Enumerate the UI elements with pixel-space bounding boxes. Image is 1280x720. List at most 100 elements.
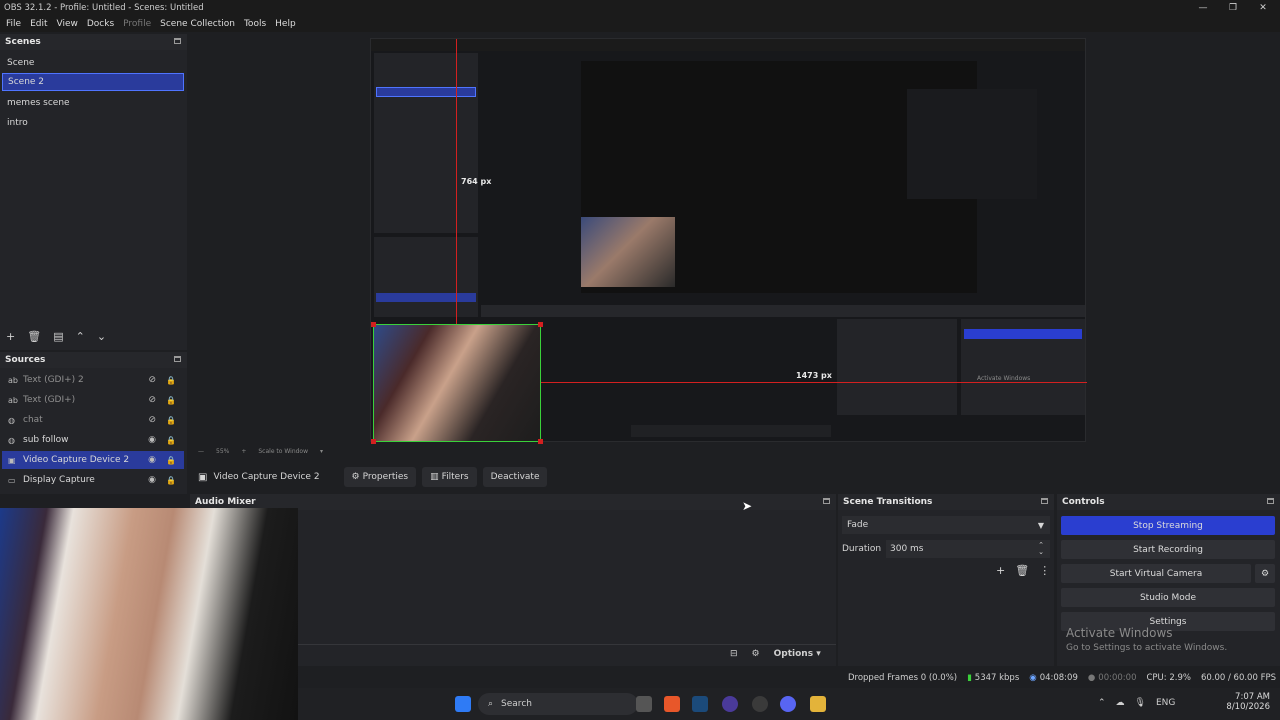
filters-button[interactable]: ▥ Filters — [422, 467, 477, 487]
source-item[interactable]: ▭ Display Capture ◉ 🔒 — [2, 471, 184, 489]
taskbar-search[interactable]: ⌕ Search — [478, 693, 638, 715]
language-indicator[interactable]: ENG — [1156, 698, 1175, 708]
menu-help[interactable]: Help — [275, 19, 296, 29]
chevron-up-icon[interactable]: ⌃ — [1098, 698, 1106, 708]
source-item[interactable]: ◍ sub follow ◉ 🔒 — [2, 431, 184, 449]
start-icon[interactable] — [455, 696, 471, 712]
brave-icon[interactable] — [664, 696, 680, 712]
settings-label: Settings — [1149, 616, 1187, 627]
more-icon[interactable]: ⋮ — [1039, 564, 1050, 577]
source-label: Display Capture — [23, 475, 95, 485]
menu-view[interactable]: View — [57, 19, 78, 29]
lock-icon[interactable]: 🔒 — [166, 436, 176, 445]
lock-icon[interactable]: 🔒 — [166, 416, 176, 425]
resize-handle[interactable] — [371, 439, 376, 444]
menu-profile[interactable]: Profile — [123, 19, 151, 29]
eye-hidden-icon[interactable]: ⊘ — [148, 395, 156, 405]
chevron-down-icon[interactable]: ▾ — [320, 448, 323, 455]
scene-item[interactable]: intro — [2, 114, 184, 132]
add-icon[interactable]: + — [996, 564, 1005, 577]
mixer-footer: ⊟ ⚙ Options ▾ — [730, 649, 821, 659]
undock-icon[interactable] — [1041, 498, 1048, 504]
source-item-selected[interactable]: ▣ Video Capture Device 2 ◉ 🔒 — [2, 451, 184, 469]
advanced-audio-icon[interactable]: ⚙ — [752, 649, 760, 659]
undock-icon[interactable] — [823, 498, 830, 504]
filter-icon[interactable]: ▤ — [53, 330, 63, 343]
mic-icon[interactable]: 🎙 — [1135, 698, 1146, 708]
cloud-icon[interactable]: ☁ — [1116, 698, 1125, 708]
task-view-icon[interactable] — [636, 696, 652, 712]
eye-icon[interactable]: ◉ — [148, 435, 156, 445]
eye-icon[interactable]: ◉ — [148, 455, 156, 465]
source-item[interactable]: ◍ chat ⊘ 🔒 — [2, 411, 184, 429]
clock[interactable]: 7:07 AM 8/10/2026 — [1218, 692, 1270, 712]
lock-icon[interactable]: 🔒 — [166, 396, 176, 405]
minimize-button[interactable]: — — [1188, 0, 1218, 16]
sources-header: Sources — [0, 352, 187, 368]
source-item[interactable]: ab Text (GDI+) ⊘ 🔒 — [2, 391, 184, 409]
text-icon: ab — [8, 395, 18, 405]
trash-icon[interactable]: 🗑 — [27, 330, 41, 343]
scale-mode[interactable]: Scale to Window — [258, 448, 308, 455]
stop-streaming-button[interactable]: Stop Streaming — [1061, 516, 1275, 535]
eye-hidden-icon[interactable]: ⊘ — [148, 375, 156, 385]
undock-icon[interactable] — [1267, 498, 1274, 504]
trash-icon[interactable]: 🗑 — [1015, 564, 1029, 577]
file-explorer-icon[interactable] — [810, 696, 826, 712]
camera-icon: ▣ — [198, 471, 208, 483]
lock-icon[interactable]: 🔒 — [166, 476, 176, 485]
duration-field[interactable]: 300 ms ⌃ ⌄ — [886, 540, 1050, 558]
scenes-title: Scenes — [5, 37, 41, 47]
add-icon[interactable]: + — [6, 330, 15, 343]
close-button[interactable]: ✕ — [1248, 0, 1278, 16]
transition-select[interactable]: Fade ▼ — [842, 516, 1050, 534]
discord-icon[interactable] — [780, 696, 796, 712]
nested-title-bar — [371, 39, 1085, 51]
lock-icon[interactable]: 🔒 — [166, 456, 176, 465]
options-button[interactable]: Options ▾ — [774, 649, 821, 659]
zoom-out-icon[interactable]: — — [198, 448, 204, 455]
app-icon[interactable] — [722, 696, 738, 712]
menu-file[interactable]: File — [6, 19, 21, 29]
gear-icon: ⚙ — [1260, 568, 1270, 579]
resize-handle[interactable] — [371, 322, 376, 327]
menu-docks[interactable]: Docks — [87, 19, 114, 29]
virtual-camera-settings-button[interactable]: ⚙ — [1255, 564, 1275, 583]
bitrate: 5347 kbps — [974, 673, 1020, 683]
menu-scene-collection[interactable]: Scene Collection — [160, 19, 235, 29]
eye-hidden-icon[interactable]: ⊘ — [148, 415, 156, 425]
transition-type: Fade — [847, 520, 869, 530]
studio-mode-button[interactable]: Studio Mode — [1061, 588, 1275, 607]
undock-icon[interactable] — [174, 38, 181, 44]
audio-mixer-title: Audio Mixer — [195, 497, 256, 507]
move-up-icon[interactable]: ⌃ — [76, 330, 85, 343]
steam-icon[interactable] — [692, 696, 708, 712]
move-down-icon[interactable]: ⌄ — [97, 330, 106, 343]
selected-video-source[interactable] — [371, 322, 543, 444]
undock-icon[interactable] — [174, 356, 181, 362]
deactivate-button[interactable]: Deactivate — [482, 467, 548, 487]
resize-handle[interactable] — [538, 439, 543, 444]
source-item[interactable]: ab Text (GDI+) 2 ⊘ 🔒 — [2, 371, 184, 389]
scene-label: Scene — [7, 58, 35, 68]
start-virtual-camera-button[interactable]: Start Virtual Camera — [1061, 564, 1251, 583]
eye-icon[interactable]: ◉ — [148, 475, 156, 485]
scene-item[interactable]: Scene — [2, 54, 184, 72]
scene-item[interactable]: memes scene — [2, 94, 184, 112]
height-guide-line — [456, 39, 457, 324]
status-bar: Dropped Frames 0 (0.0%) ▮ 5347 kbps ◉ 04… — [300, 670, 1280, 686]
scene-item-selected[interactable]: Scene 2 — [2, 73, 184, 91]
start-recording-button[interactable]: Start Recording — [1061, 540, 1275, 559]
controls-title: Controls — [1062, 497, 1105, 507]
obs-icon[interactable] — [752, 696, 768, 712]
lock-icon[interactable]: 🔒 — [166, 376, 176, 385]
scenes-header: Scenes — [0, 34, 187, 50]
properties-button[interactable]: ⚙ Properties — [343, 467, 417, 487]
resize-handle[interactable] — [538, 322, 543, 327]
zoom-in-icon[interactable]: + — [241, 448, 246, 455]
spin-icon[interactable]: ⌃ ⌄ — [1038, 542, 1044, 556]
menu-tools[interactable]: Tools — [244, 19, 266, 29]
maximize-button[interactable]: ❐ — [1218, 0, 1248, 16]
layout-icon[interactable]: ⊟ — [730, 649, 738, 659]
menu-edit[interactable]: Edit — [30, 19, 47, 29]
